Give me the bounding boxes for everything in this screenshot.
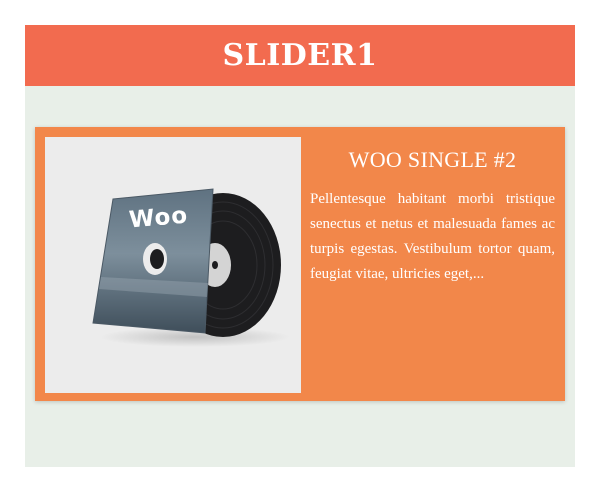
slide-card: Woo WOO SINGLE #2 Pellentesque habitant … <box>35 127 565 401</box>
slide-text-block: WOO SINGLE #2 Pellentesque habitant morb… <box>310 147 555 287</box>
widget-title: SLIDER1 <box>222 38 378 73</box>
widget-header: SLIDER1 <box>25 25 575 86</box>
product-title-link[interactable]: WOO SINGLE #2 <box>310 147 555 173</box>
vinyl-record-image <box>92 188 290 347</box>
sleeve-logo-text: Woo <box>127 202 190 234</box>
product-description: Pellentesque habitant morbi tristique se… <box>310 191 555 282</box>
slider-widget: SLIDER1 Woo WOO SINGLE #2 Pellentesque h… <box>25 25 575 467</box>
product-image-link[interactable]: Woo <box>45 137 301 393</box>
